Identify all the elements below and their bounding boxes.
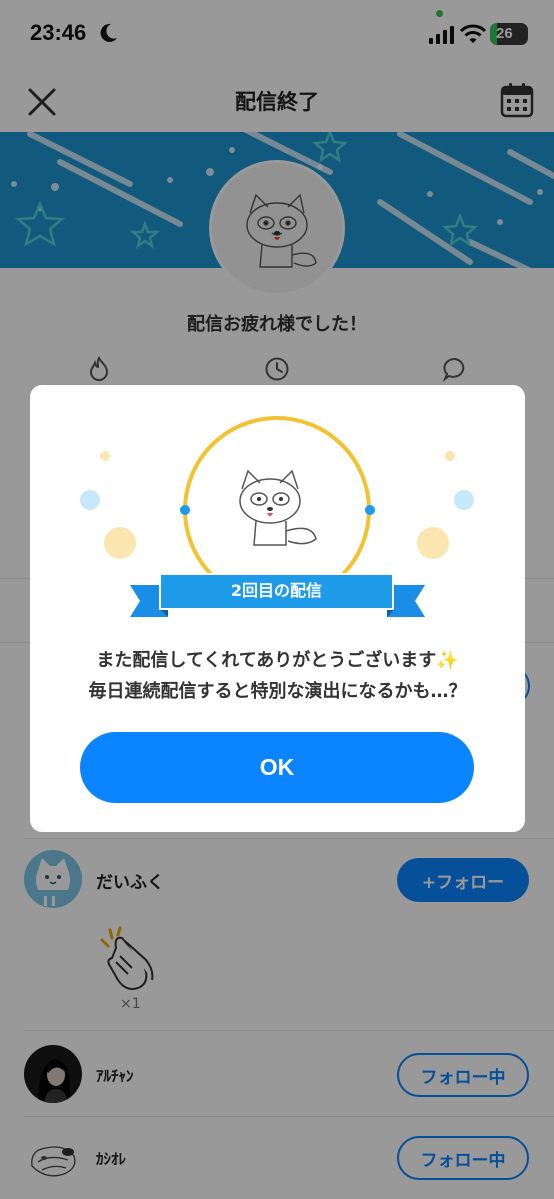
ok-button[interactable]: OK [80, 732, 474, 803]
dialog-message-line1: また配信してくれてありがとうございます✨ [96, 650, 459, 671]
ribbon-label: 2回目の配信 [230, 581, 323, 600]
dialog-message-line2: 毎日連続配信すると特別な演出になるかも…？ [88, 681, 467, 702]
milestone-dialog: 2回目の配信 また配信してくれてありがとうございます✨ 毎日連続配信すると特別な… [30, 385, 525, 832]
